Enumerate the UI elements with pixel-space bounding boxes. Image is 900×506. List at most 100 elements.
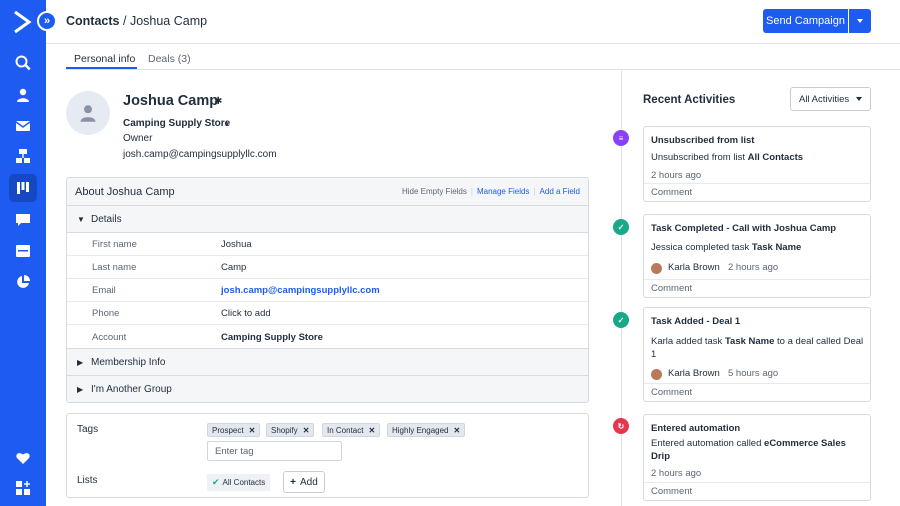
task-added-icon: ✓ (613, 312, 629, 328)
field-label: Email (92, 285, 116, 296)
field-row: Phone Click to add (67, 302, 588, 325)
apps-icon[interactable] (10, 475, 36, 501)
avatar (651, 369, 662, 380)
tags-label: Tags (77, 424, 99, 435)
about-links: Hide Empty Fields | Manage Fields | Add a Fi… (402, 187, 580, 196)
field-value[interactable]: josh.camp@campingsupplyllc.com (221, 285, 380, 296)
tag-chip[interactable]: Highly Engaged ✕ (387, 423, 466, 437)
contact-company[interactable]: Camping Supply Store (123, 118, 230, 129)
activity-person: Karla Brown (668, 262, 720, 273)
contacts-icon[interactable] (10, 82, 36, 108)
manage-fields-link[interactable]: Manage Fields (477, 187, 529, 196)
field-value[interactable]: Camping Supply Store (221, 332, 323, 343)
add-label: Add (300, 476, 318, 488)
contact-email[interactable]: josh.camp@campingsupplyllc.com (123, 149, 277, 160)
field-value[interactable]: Camp (221, 262, 246, 273)
field-label: Last name (92, 262, 137, 273)
activity-card: Task Added - Deal 1 Karla added task Tas… (643, 307, 871, 402)
avatar[interactable] (66, 91, 110, 135)
send-campaign-button[interactable]: Send Campaign (763, 9, 848, 33)
search-icon[interactable] (10, 50, 36, 76)
activity-time: 2 hours ago (651, 468, 702, 479)
field-value[interactable]: Joshua (221, 239, 252, 250)
chevron-down-icon (857, 19, 863, 23)
activity-title: Task Completed - Call with Joshua Camp (651, 223, 837, 234)
activities-title: Recent Activities (643, 94, 736, 106)
tab-personal-info[interactable]: Personal info (66, 48, 137, 69)
activity-body: Unsubscribed from list All Contacts (651, 152, 804, 163)
avatar (651, 263, 662, 274)
chevron-down-icon (856, 97, 863, 101)
list-chip[interactable]: ✔ All Contacts (207, 474, 271, 491)
field-row: First name Joshua (67, 233, 588, 256)
reports-icon[interactable] (10, 269, 36, 295)
field-row: Email josh.camp@campingsupplyllc.com (67, 279, 588, 302)
heart-icon[interactable] (10, 445, 36, 471)
send-campaign-dropdown[interactable] (849, 9, 871, 33)
add-field-link[interactable]: Add a Field (540, 187, 580, 196)
close-icon[interactable]: ✕ (303, 426, 310, 435)
tag-chip[interactable]: Shopify ✕ (266, 423, 315, 437)
task-complete-icon: ✓ (613, 219, 629, 235)
activity-card: Task Completed - Call with Joshua Camp J… (643, 214, 871, 298)
chevron-down-icon: ▼ (77, 214, 85, 224)
group-label: Membership Info (91, 356, 166, 368)
comment-button[interactable]: Comment (644, 279, 870, 297)
sidebar (0, 0, 46, 506)
tag-chip[interactable]: In Contact ✕ (322, 423, 381, 437)
plus-icon: + (290, 476, 297, 488)
activity-time: 2 hours ago (728, 262, 779, 273)
breadcrumb: Contacts / Joshua Camp (66, 14, 207, 28)
group-membership-info[interactable]: ▶ Membership Info (67, 349, 588, 376)
about-panel: About Joshua Camp Hide Empty Fields | Mana… (66, 177, 589, 403)
activities-filter-label: All Activities (799, 93, 850, 105)
tag-chip[interactable]: Prospect ✕ (207, 423, 261, 437)
close-icon[interactable]: ✕ (249, 426, 256, 435)
link-separator: | (533, 187, 536, 196)
activity-card: Entered automation Entered automation ca… (643, 414, 871, 501)
automations-icon[interactable] (10, 143, 36, 169)
activity-body: Jessica completed task Task Name (651, 242, 802, 253)
list-icon: ≡ (613, 130, 629, 146)
gear-icon[interactable]: ✱ (214, 96, 222, 107)
tag-label: Shopify (271, 425, 298, 435)
conversations-icon[interactable] (10, 207, 36, 233)
close-icon[interactable]: ✕ (368, 426, 375, 435)
topbar: Contacts / Joshua Camp Send Campaign (46, 0, 900, 44)
site-icon[interactable] (10, 238, 36, 264)
close-icon[interactable]: ✕ (453, 426, 460, 435)
tag-input[interactable]: Enter tag (207, 441, 342, 461)
comment-button[interactable]: Comment (644, 383, 870, 401)
check-icon: ✔ (212, 477, 220, 487)
tags-lists-panel: Tags Prospect ✕ Shopify ✕ In Contact ✕ High… (66, 413, 589, 498)
activities-filter-select[interactable]: All Activities (790, 87, 871, 111)
add-list-button[interactable]: + Add (283, 471, 325, 493)
breadcrumb-root[interactable]: Contacts (66, 14, 119, 28)
logo-icon[interactable] (12, 10, 32, 34)
field-row: Last name Camp (67, 256, 588, 279)
tab-deals[interactable]: Deals (3) (148, 48, 191, 69)
activity-person: Karla Brown (668, 368, 720, 379)
hide-empty-fields-link[interactable]: Hide Empty Fields (402, 187, 467, 196)
comment-button[interactable]: Comment (644, 482, 870, 500)
group-details[interactable]: ▼ Details (67, 206, 588, 233)
contact-role: Owner (123, 133, 153, 144)
activity-title: Entered automation (651, 423, 741, 434)
field-value[interactable]: Click to add (221, 308, 271, 319)
email-icon[interactable] (10, 113, 36, 139)
group-another-group[interactable]: ▶ I'm Another Group (67, 376, 588, 402)
activity-time: 2 hours ago (651, 170, 702, 181)
field-row: Account Camping Supply Store (67, 325, 588, 349)
group-label: Details (91, 213, 122, 225)
list-chip-label: All Contacts (222, 478, 266, 487)
group-label: I'm Another Group (91, 384, 172, 395)
comment-button[interactable]: Comment (644, 183, 870, 201)
activity-title: Task Added - Deal 1 (651, 316, 741, 327)
automation-icon: ↻ (613, 418, 629, 434)
deals-icon[interactable] (9, 174, 37, 202)
breadcrumb-separator: / (122, 14, 127, 28)
activity-card: Unsubscribed from list Unsubscribed from… (643, 126, 871, 202)
tag-label: Highly Engaged (392, 425, 449, 435)
chevron-right-icon[interactable]: › (225, 118, 229, 130)
activity-time: 5 hours ago (728, 368, 779, 379)
